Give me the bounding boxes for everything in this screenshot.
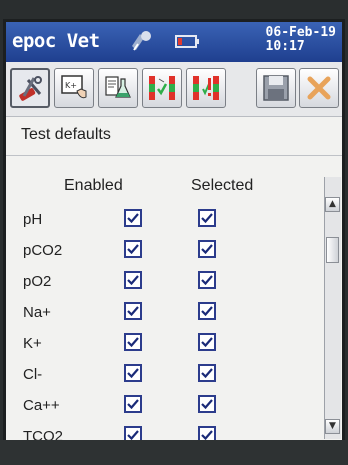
test-row: K+ (6, 329, 306, 359)
time-text: 10:17 (265, 39, 305, 54)
selected-column-header: Selected (191, 177, 254, 194)
tools-button[interactable] (10, 68, 50, 108)
lab-button[interactable] (98, 68, 138, 108)
scroll-up-button[interactable]: ▲ (325, 197, 340, 212)
test-name: pO2 (23, 273, 52, 290)
selected-checkbox[interactable] (198, 271, 216, 289)
enabled-checkbox[interactable] (124, 426, 142, 440)
device-screen: epoc Vet 06-Feb-19 10:17 K+ Test default… (6, 22, 342, 440)
test-name: pCO2 (23, 242, 63, 259)
enabled-checkbox[interactable] (124, 302, 142, 320)
enabled-checkbox[interactable] (124, 333, 142, 351)
scroll-down-button[interactable]: ▼ (325, 419, 340, 434)
device-bezel (0, 440, 348, 465)
save-icon (263, 75, 289, 101)
section-title: Test defaults (21, 126, 111, 143)
selected-checkbox[interactable] (198, 395, 216, 413)
selected-checkbox[interactable] (198, 333, 216, 351)
selected-checkbox[interactable] (198, 209, 216, 227)
enabled-checkbox[interactable] (124, 271, 142, 289)
title-bar: epoc Vet 06-Feb-19 10:17 (6, 22, 342, 62)
connection-icon (128, 28, 154, 54)
test-row: Na+ (6, 298, 306, 328)
ranges-button[interactable] (142, 68, 182, 108)
test-name: Ca++ (23, 397, 60, 414)
date-time: 06-Feb-19 10:17 (266, 26, 336, 54)
toolbar: K+ (6, 62, 342, 117)
test-row: pCO2 (6, 236, 306, 266)
test-name: pH (23, 211, 43, 228)
test-name: Cl- (23, 366, 43, 383)
scroll-thumb[interactable] (326, 237, 339, 263)
test-name: TCO2 (23, 428, 64, 440)
test-row: pO2 (6, 267, 306, 297)
enabled-checkbox[interactable] (124, 395, 142, 413)
test-name: Na+ (23, 304, 51, 321)
close-button[interactable] (299, 68, 339, 108)
keyboard-hand-icon: K+ (61, 75, 87, 99)
app-title: epoc Vet (12, 30, 100, 52)
enabled-checkbox[interactable] (124, 240, 142, 258)
close-icon (307, 76, 331, 100)
test-row: pH (6, 205, 306, 235)
selected-checkbox[interactable] (198, 364, 216, 382)
battery-icon (174, 28, 200, 54)
test-name: K+ (23, 335, 42, 352)
save-button[interactable] (256, 68, 296, 108)
test-row: Ca++ (6, 391, 306, 421)
test-row: Cl- (6, 360, 306, 390)
test-row: TCO2 (6, 422, 306, 440)
vertical-scrollbar[interactable]: ▲ ▼ (324, 177, 341, 439)
date-text: 06-Feb-19 (265, 25, 336, 40)
alert-bars-icon (193, 76, 219, 100)
section-divider (6, 155, 342, 156)
range-bars-icon (149, 76, 175, 100)
svg-text:K+: K+ (65, 81, 77, 90)
alerts-button[interactable] (186, 68, 226, 108)
selected-checkbox[interactable] (198, 240, 216, 258)
keyboard-input-button[interactable]: K+ (54, 68, 94, 108)
selected-checkbox[interactable] (198, 426, 216, 440)
lab-flask-icon (105, 76, 131, 98)
tools-icon (19, 76, 42, 101)
enabled-checkbox[interactable] (124, 209, 142, 227)
enabled-column-header: Enabled (64, 177, 123, 194)
enabled-checkbox[interactable] (124, 364, 142, 382)
selected-checkbox[interactable] (198, 302, 216, 320)
